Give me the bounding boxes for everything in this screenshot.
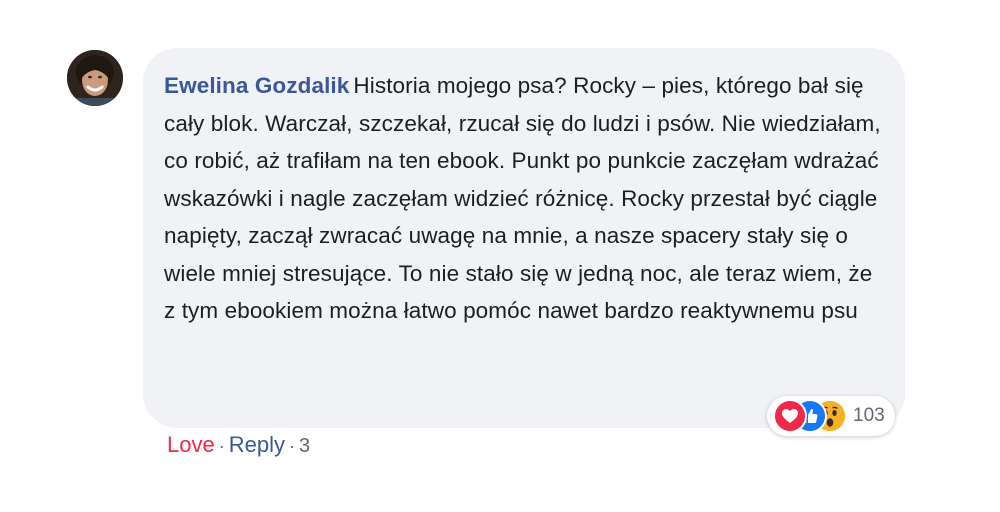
separator: · — [288, 436, 295, 456]
love-button[interactable]: Love — [167, 430, 215, 460]
reactions-summary[interactable]: 103 — [767, 396, 895, 436]
author-name[interactable]: Ewelina Gozdalik — [164, 73, 349, 98]
comment-body: Ewelina Gozdalik Historia mojego psa? Roc… — [164, 67, 885, 330]
avatar-photo — [67, 50, 123, 106]
love-icon — [773, 399, 807, 433]
reaction-count: 103 — [853, 405, 885, 426]
comment-actions: Love · Reply · 3 — [167, 430, 310, 461]
comment-text: Historia mojego psa? Rocky – pies, które… — [164, 73, 881, 323]
reply-button[interactable]: Reply — [229, 430, 285, 460]
comment-time[interactable]: 3 — [299, 431, 310, 461]
comment-bubble: Ewelina Gozdalik Historia mojego psa? Roc… — [143, 48, 905, 428]
comment: Ewelina Gozdalik Historia mojego psa? Roc… — [0, 0, 1000, 512]
separator: · — [218, 436, 225, 456]
avatar[interactable] — [67, 50, 123, 106]
